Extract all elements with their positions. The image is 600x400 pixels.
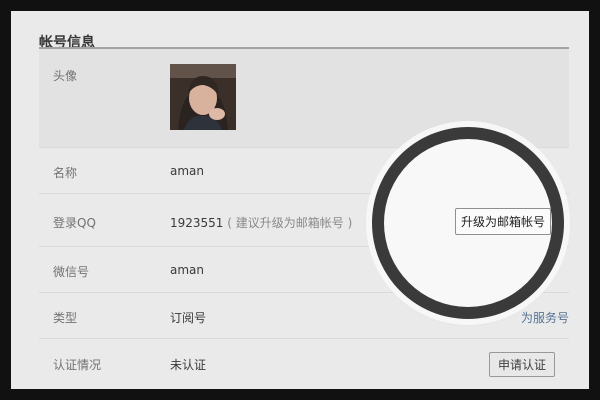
wechat-value: aman — [170, 263, 205, 277]
upgrade-to-email-button[interactable]: 升级为邮箱帐号 — [455, 208, 552, 235]
login-qq-label: 登录QQ — [53, 216, 96, 230]
name-label: 名称 — [53, 166, 78, 180]
apply-verification-button[interactable]: 申请认证 — [488, 352, 555, 377]
magnifier-lens: 升级为邮箱帐号 — [384, 139, 552, 307]
login-qq-value: 1923551 ( 建议升级为邮箱帐号 ) — [170, 214, 352, 231]
avatar-label: 头像 — [53, 69, 78, 83]
verification-row: 认证情况 未认证 申请认证 — [39, 339, 569, 389]
qq-upgrade-hint: ( 建议升级为邮箱帐号 ) — [227, 216, 353, 230]
avatar[interactable] — [170, 64, 236, 130]
verification-status: 未认证 — [170, 358, 207, 372]
magnifier-highlight: 升级为邮箱帐号 — [372, 127, 564, 319]
verification-label: 认证情况 — [53, 358, 102, 372]
account-type-label: 类型 — [53, 311, 78, 325]
account-type-value: 订阅号 — [170, 311, 207, 325]
qq-number: 1923551 — [170, 216, 224, 230]
wechat-label: 微信号 — [53, 265, 90, 279]
name-value: aman — [170, 164, 205, 178]
upgrade-to-service-link[interactable]: 为服务号 — [521, 309, 569, 326]
